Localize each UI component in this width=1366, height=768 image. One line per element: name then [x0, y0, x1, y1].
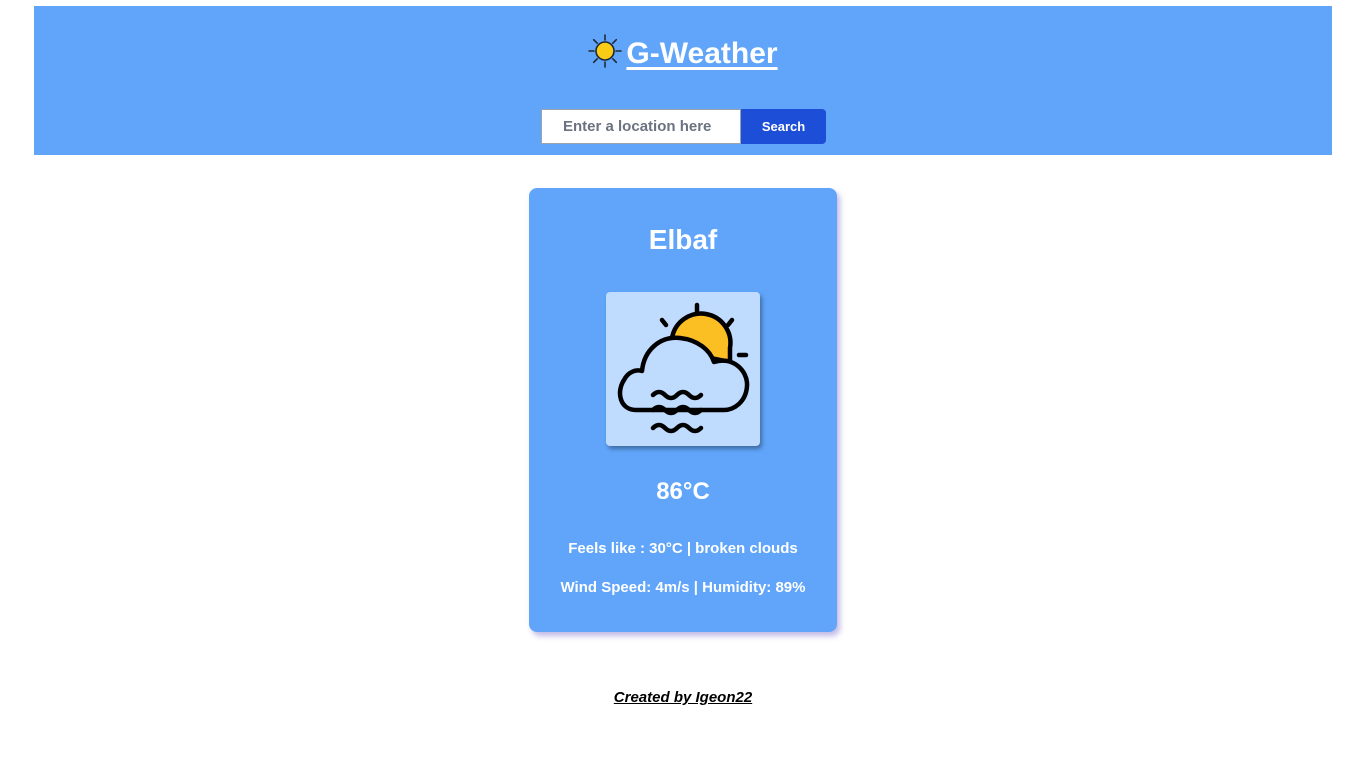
partly-cloudy-fog-icon — [617, 302, 750, 434]
sun-icon — [588, 34, 623, 73]
weather-card: Elbaf 86°C Feels like : 30°C | broken cl… — [529, 188, 837, 632]
feels-like-conditions: Feels like : 30°C | broken clouds — [568, 540, 798, 557]
search-button[interactable]: Search — [741, 109, 826, 144]
weather-icon-box — [606, 292, 760, 446]
app-header: G-Weather Search — [34, 6, 1332, 155]
search-input[interactable] — [541, 109, 741, 144]
brand: G-Weather — [34, 34, 1332, 73]
wind-humidity: Wind Speed: 4m/s | Humidity: 89% — [560, 579, 806, 596]
brand-title-link[interactable]: G-Weather — [626, 37, 777, 71]
temperature: 86°C — [656, 478, 710, 505]
credit-link[interactable]: Created by Igeon22 — [614, 689, 752, 706]
footer: Created by Igeon22 — [0, 689, 1366, 707]
city-name: Elbaf — [648, 224, 718, 255]
search-form: Search — [541, 109, 826, 144]
